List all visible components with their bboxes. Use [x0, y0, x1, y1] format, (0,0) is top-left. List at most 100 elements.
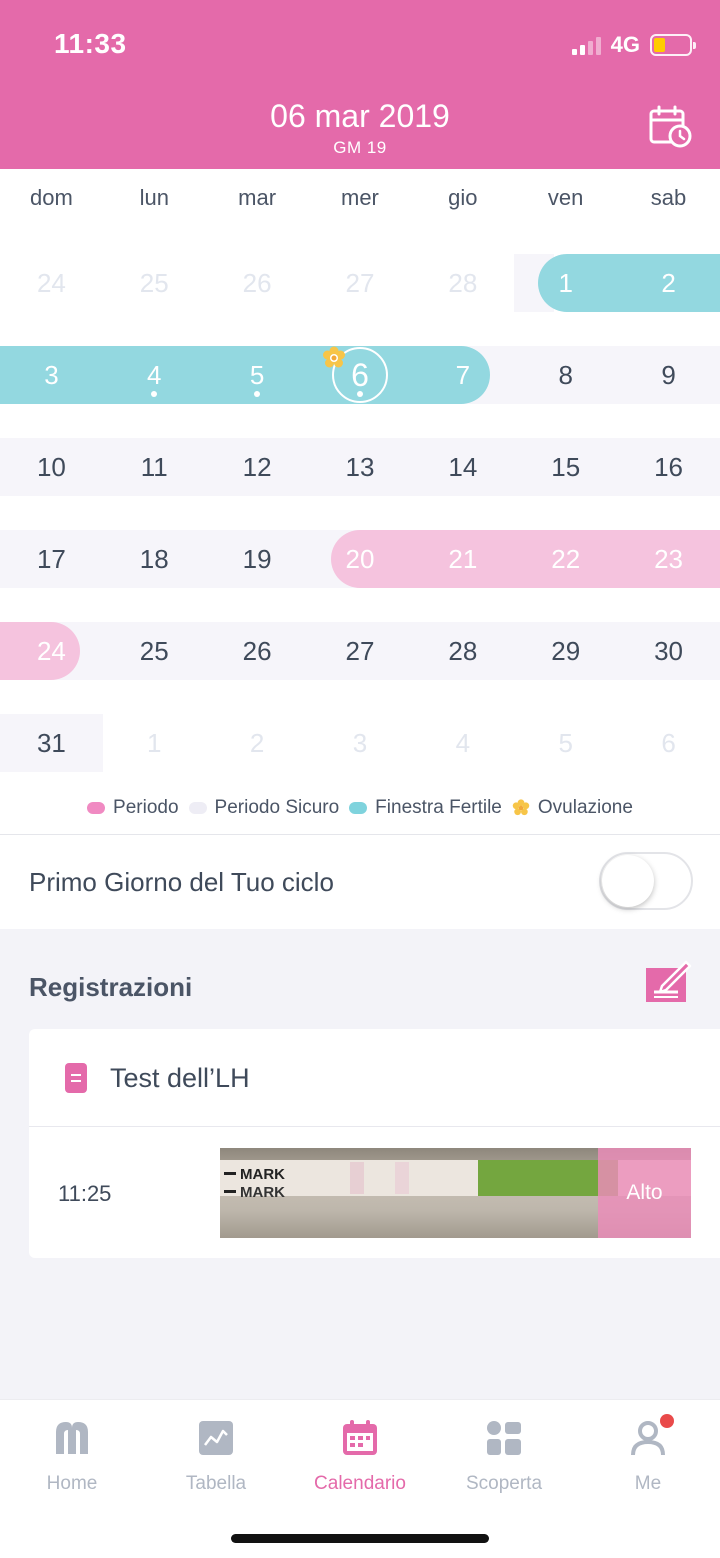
- weekday-label: ven: [547, 185, 584, 210]
- calendar-day[interactable]: 8: [514, 346, 617, 404]
- calendar-day[interactable]: 28: [411, 622, 514, 680]
- calendar-day[interactable]: 3: [309, 714, 412, 772]
- app-header: 11:33 4G 06 mar 2019 GM 19: [0, 0, 720, 169]
- legend-label: Periodo Sicuro: [214, 797, 340, 818]
- calendar-day[interactable]: 29: [514, 622, 617, 680]
- tab-label: Home: [46, 1473, 98, 1494]
- legend-period: Periodo: [87, 797, 179, 819]
- record-dot: [151, 391, 158, 397]
- strip-handle: [478, 1160, 618, 1196]
- calendar-day[interactable]: 4: [103, 346, 206, 404]
- calendar-day[interactable]: 2: [617, 254, 720, 312]
- weekday-label: mar: [238, 185, 277, 210]
- calendar-day[interactable]: 6: [617, 714, 720, 772]
- calendar-day[interactable]: 3: [0, 346, 103, 404]
- ovulation-flower-icon: [323, 346, 345, 368]
- calendar-day[interactable]: 17: [0, 530, 103, 588]
- strip-text: MARK: [240, 1184, 285, 1201]
- cycle-day-label: GM 19: [333, 138, 387, 157]
- calendar-legend: Periodo Periodo Sicuro Finestra Fertile …: [0, 797, 720, 819]
- heart-dot: [254, 391, 261, 397]
- calendar-day[interactable]: 27: [309, 254, 412, 312]
- selected-date[interactable]: 06 mar 2019: [0, 98, 720, 135]
- calendar-day[interactable]: 18: [103, 530, 206, 588]
- card-title: Test dell’LH: [110, 1063, 250, 1093]
- edit-records-icon[interactable]: [644, 958, 692, 1006]
- tab-me[interactable]: Me: [576, 1414, 720, 1495]
- lh-strip-photo[interactable]: MARK MARK Alto: [220, 1148, 691, 1238]
- legend-safe: Periodo Sicuro: [188, 797, 340, 819]
- tab-label: Me: [634, 1473, 662, 1494]
- calendar-day[interactable]: 5: [206, 346, 309, 404]
- calendar-day[interactable]: 13: [309, 438, 412, 496]
- calendar-day[interactable]: 25: [103, 622, 206, 680]
- safe-swatch: [188, 802, 207, 814]
- month-calendar: 24 25 26 27 28 1 2 3 4 5 6 7 8 9 10 11 1…: [0, 229, 720, 781]
- calendar-day[interactable]: 21: [411, 530, 514, 588]
- calendar-day[interactable]: 25: [103, 254, 206, 312]
- period-start-toggle[interactable]: [599, 852, 693, 910]
- calendar-day[interactable]: 26: [206, 254, 309, 312]
- weekday-label: dom: [30, 185, 73, 210]
- record-time: 11:25: [58, 1181, 112, 1206]
- calendar-clock-icon[interactable]: [648, 104, 692, 148]
- calendar-day[interactable]: 24: [0, 254, 103, 312]
- calendar-day[interactable]: 14: [411, 438, 514, 496]
- calendar-day[interactable]: 7: [411, 346, 514, 404]
- calendar-day[interactable]: 4: [411, 714, 514, 772]
- weekday-label: mer: [341, 185, 379, 210]
- lh-test-icon: [65, 1063, 87, 1093]
- status-time: 11:33: [54, 28, 127, 59]
- calendar-day[interactable]: 12: [206, 438, 309, 496]
- calendar-day[interactable]: 2: [206, 714, 309, 772]
- legend-ovulation: Ovulazione: [512, 797, 633, 819]
- calendar-day[interactable]: 23: [617, 530, 720, 588]
- chart-icon: [199, 1421, 233, 1455]
- tab-tabella[interactable]: Tabella: [144, 1418, 288, 1495]
- discover-icon: [487, 1421, 521, 1455]
- calendar-day[interactable]: 26: [206, 622, 309, 680]
- day-number: 5: [249, 360, 265, 390]
- calendar-day[interactable]: 15: [514, 438, 617, 496]
- strip-line: [395, 1162, 409, 1194]
- tab-label: Tabella: [185, 1473, 247, 1494]
- calendar-day[interactable]: 1: [514, 254, 617, 312]
- calendar-day[interactable]: 10: [0, 438, 103, 496]
- home-indicator: [231, 1534, 489, 1543]
- calendar-day[interactable]: 20: [309, 530, 412, 588]
- records-title: Registrazioni: [29, 972, 193, 1002]
- calendar-day[interactable]: 5: [514, 714, 617, 772]
- weekday-label: lun: [139, 185, 169, 210]
- calendar-day[interactable]: 28: [411, 254, 514, 312]
- calendar-day[interactable]: 24: [0, 622, 103, 680]
- calendar-day[interactable]: 11: [103, 438, 206, 496]
- legend-fertile: Finestra Fertile: [349, 797, 502, 819]
- day-number: 4: [147, 360, 162, 390]
- tab-label: Scoperta: [465, 1473, 543, 1494]
- strip-marker: [224, 1190, 236, 1193]
- fertile-swatch: [349, 802, 368, 814]
- tab-calendario[interactable]: Calendario: [288, 1418, 432, 1495]
- toggle-knob: [602, 855, 654, 907]
- calendar-day[interactable]: 31: [0, 714, 103, 772]
- calendar-day[interactable]: 9: [617, 346, 720, 404]
- calendar-day[interactable]: 16: [617, 438, 720, 496]
- weekday-header: dom lun mar mer gio ven sab: [0, 169, 720, 229]
- calendar-day[interactable]: 22: [514, 530, 617, 588]
- calendar-day[interactable]: 30: [617, 622, 720, 680]
- legend-label: Periodo: [113, 797, 179, 818]
- calendar-day[interactable]: 1: [103, 714, 206, 772]
- tab-home[interactable]: Home: [0, 1418, 144, 1495]
- calendar-day[interactable]: 27: [309, 622, 412, 680]
- legend-label: Ovulazione: [537, 797, 633, 818]
- tab-label: Calendario: [314, 1473, 406, 1494]
- notification-badge: [660, 1414, 674, 1428]
- network-type: 4G: [610, 32, 640, 57]
- lh-test-card[interactable]: Test dell’LH 11:25 MARK MARK Alto: [29, 1029, 720, 1258]
- calendar-day[interactable]: 19: [206, 530, 309, 588]
- battery-icon: [650, 34, 696, 56]
- period-start-label: Primo Giorno del Tuo ciclo: [29, 867, 334, 897]
- record-dot: [356, 391, 363, 397]
- legend-label: Finestra Fertile: [375, 797, 502, 818]
- tab-scoperta[interactable]: Scoperta: [432, 1418, 576, 1495]
